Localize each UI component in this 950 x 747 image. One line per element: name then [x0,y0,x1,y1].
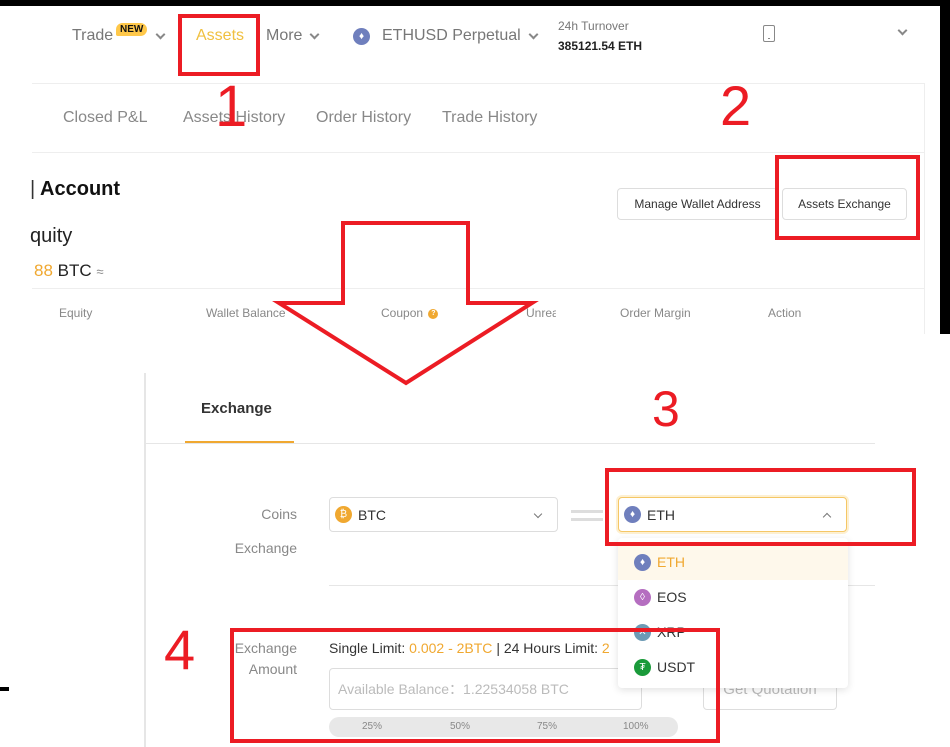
dropdown-option-xrp[interactable]: ✕ XRP [618,614,848,650]
single-limit-label: Single Limit: [329,640,406,656]
chevron-down-icon [528,29,539,39]
amount-label-line1: Exchange [234,640,297,656]
annotation-number-4: 4 [164,618,196,681]
chevron-down-icon [155,29,166,39]
coin-dropdown-menu: ♦ ETH ◊ EOS ✕ XRP ₮ USDT [618,538,848,688]
equity-amount: 88 [34,261,53,280]
nav-assets[interactable]: Assets [196,27,244,45]
equity-title: quity [30,225,73,247]
percentage-slider[interactable]: 25% 50% 75% 100% [329,717,678,737]
eth-icon: ♦ [624,506,641,523]
usdt-icon: ₮ [634,658,651,676]
pct-75[interactable]: 75% [537,721,557,732]
annotation-number-2: 2 [720,74,752,137]
frame-border-right [940,0,950,334]
xrp-icon: ✕ [634,623,651,641]
equity-value: 88 BTC ≈ [34,261,104,281]
pct-25[interactable]: 25% [362,721,382,732]
assets-exchange-button[interactable]: Assets Exchange [782,188,907,220]
option-label: XRP [657,624,686,640]
annotation-number-1: 1 [215,74,248,139]
btc-icon: ₿ [335,506,352,523]
exchange-arrow-icon [571,508,607,524]
nav-more[interactable]: More [266,27,320,45]
assets-page-screenshot: Trade NEW Assets More ♦ ETHUSD Perpetual… [0,0,950,334]
tab-exchange[interactable]: Exchange [201,400,272,417]
from-coin-value: BTC [358,506,386,523]
mobile-phone-icon[interactable] [763,25,775,42]
table-divider [32,288,925,289]
th-action: Action [768,306,802,320]
decorative-dash [0,687,9,691]
nav-symbol-label: ETHUSD Perpetual [382,27,521,44]
manage-wallet-address-button[interactable]: Manage Wallet Address [617,188,778,220]
from-coin-select[interactable]: ₿ BTC [329,497,558,532]
th-unrealized: Unrea [526,306,556,320]
new-badge: NEW [116,23,148,36]
turnover-value: 385121.54 ETH [558,39,643,53]
pct-100[interactable]: 100% [623,721,649,732]
account-title: | Account [30,178,121,200]
chevron-down-icon [310,29,320,39]
chevron-down-icon [533,509,543,519]
th-coupon-label: Coupon [381,306,424,320]
exchange-amount-input[interactable] [329,668,642,710]
dialog-divider [146,443,875,444]
th-order-margin: Order Margin [620,306,691,320]
nav-symbol-selector[interactable]: ♦ ETHUSD Perpetual [353,27,539,45]
dropdown-option-eth[interactable]: ♦ ETH [618,544,848,580]
help-icon[interactable]: ? [428,308,439,319]
nav-more-label: More [266,27,303,44]
option-label: EOS [657,589,687,605]
annotation-number-3: 3 [652,381,680,437]
nav-assets-label: Assets [196,27,245,44]
dropdown-option-eos[interactable]: ◊ EOS [618,579,848,615]
tab-trade-history[interactable]: Trade History [442,109,537,127]
turnover-label: 24h Turnover [558,19,629,33]
single-limit-value: 0.002 - 2BTC [409,640,493,656]
to-coin-value: ETH [647,506,675,523]
eth-icon: ♦ [634,553,651,571]
tab-order-history[interactable]: Order History [316,109,411,127]
th-wallet-balance: Wallet Balance [206,306,286,320]
pct-50[interactable]: 50% [450,721,470,732]
coins-label: Coins [261,506,297,522]
eos-icon: ◊ [634,588,651,606]
equity-unit: BTC [57,261,92,280]
option-label: ETH [657,554,685,570]
eth-icon: ♦ [353,27,370,45]
th-equity: Equity [59,306,93,320]
chevron-up-icon [822,512,832,522]
hours-limit-label: | 24 Hours Limit: [496,640,598,656]
coins-exchange-label: Exchange [234,540,297,556]
th-coupon: Coupon ? [381,306,439,320]
nav-trade-label: Trade [72,27,114,44]
amount-label-line2: Amount [248,661,297,677]
limit-info: Single Limit: 0.002 - 2BTC | 24 Hours Li… [329,640,610,656]
tab-closed-pnl[interactable]: Closed P&L [63,109,148,127]
frame-border-top [0,0,950,6]
dropdown-option-usdt[interactable]: ₮ USDT [618,649,848,685]
option-label: USDT [657,659,696,675]
approx-symbol: ≈ [96,264,104,279]
chevron-down-icon[interactable] [897,25,908,36]
to-coin-select[interactable]: ♦ ETH [618,497,847,532]
hours-limit-value: 2 [601,640,610,656]
account-title-text: Account [40,178,121,200]
